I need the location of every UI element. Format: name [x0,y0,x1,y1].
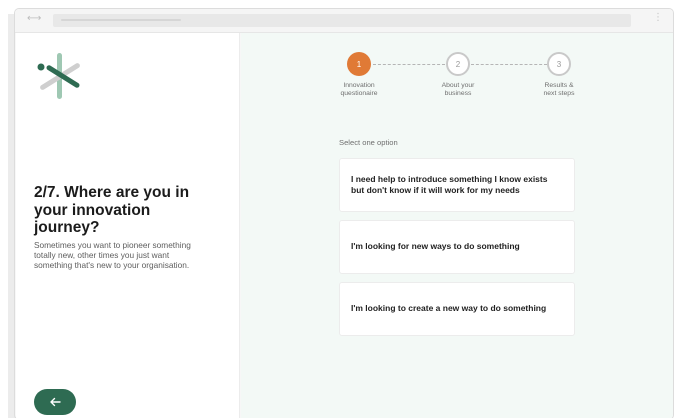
step-number-badge: 1 [347,52,371,76]
step-label-line: questionaire [340,90,378,98]
browser-toolbar: ⟷ ⋮ [15,9,673,33]
option-label-line: but don't know if it will work for my ne… [351,185,520,195]
options-panel: 1 Innovation questionaire 2 About your b… [241,33,673,418]
question-title: 2/7. Where are you in your innovation jo… [34,184,190,236]
address-bar[interactable] [53,14,631,27]
option-new-ways[interactable]: I'm looking for new ways to do something [339,220,575,274]
option-label: I need help to introduce something I kno… [351,174,547,197]
step-number-badge: 2 [446,52,470,76]
option-label: I'm looking to create a new way to do so… [351,303,547,314]
step-label-line: Innovation [343,82,375,89]
arrow-left-icon [50,397,61,407]
step-innovation-questionaire: 1 Innovation questionaire [329,52,389,99]
step-label-line: business [444,90,472,98]
select-option-prompt: Select one option [339,138,398,147]
step-label-line: Results & [544,82,574,89]
step-results-next-steps: 3 Results & next steps [529,52,589,99]
back-button[interactable] [34,389,76,415]
step-number-badge: 3 [547,52,571,76]
step-about-your-business: 2 About your business [428,52,488,99]
step-label: About your business [428,82,488,99]
step-label: Results & next steps [529,82,589,99]
step-label-line: About your [441,82,475,89]
question-panel: 2/7. Where are you in your innovation jo… [16,33,240,418]
option-create-new-way[interactable]: I'm looking to create a new way to do so… [339,282,575,336]
question-description: Sometimes you want to pioneer something … [34,240,191,271]
back-forward-icon[interactable]: ⟷ [27,13,41,24]
step-label: Innovation questionaire [329,82,389,99]
option-introduce-existing[interactable]: I need help to introduce something I kno… [339,158,575,212]
option-label-line: I need help to introduce something I kno… [351,173,548,184]
browser-window: ⟷ ⋮ 2/7. Where are you in your innovatio… [14,8,674,418]
option-label: I'm looking for new ways to do something [351,241,520,252]
brand-logo [37,53,80,99]
browser-menu-icon[interactable]: ⋮ [653,12,663,23]
address-placeholder [61,19,181,21]
step-label-line: next steps [543,90,575,98]
